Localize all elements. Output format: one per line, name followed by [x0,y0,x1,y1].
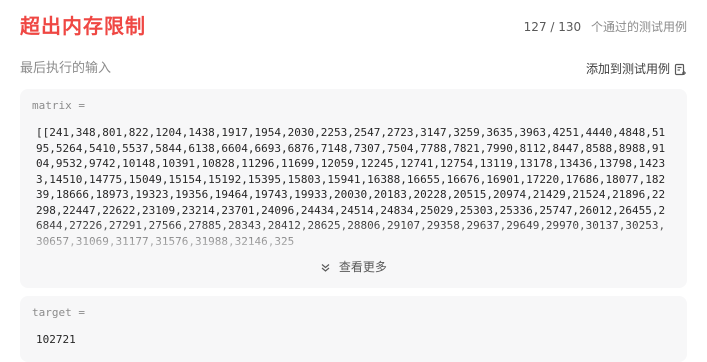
target-label: target = [32,306,85,319]
show-more-label: 查看更多 [338,260,387,274]
test-progress: 127 / 130 个通过的测试用例 [524,19,687,35]
last-input-header: 最后执行的输入 添加到测试用例 [20,58,687,80]
matrix-fade-overlay [36,219,671,259]
matrix-label: matrix = [32,99,85,112]
target-value: 102721 [36,333,76,346]
result-header: 超出内存限制 127 / 130 个通过的测试用例 [20,12,687,42]
passed-suffix: 个通过的测试用例 [590,20,687,34]
add-testcase-icon [674,63,687,76]
show-more-button[interactable]: 查看更多 [20,259,687,275]
passed-count: 127 / 130 [523,20,582,34]
double-chevron-down-icon [320,260,339,274]
add-to-testcase-label: 添加到测试用例 [585,62,670,76]
matrix-input-card: matrix = [[241,348,801,822,1204,1438,191… [20,89,687,288]
last-input-label: 最后执行的输入 [20,61,112,76]
result-title: 超出内存限制 [20,14,146,38]
add-to-testcase-button[interactable]: 添加到测试用例 [586,60,687,78]
target-input-card: target = 102721 [20,296,687,362]
